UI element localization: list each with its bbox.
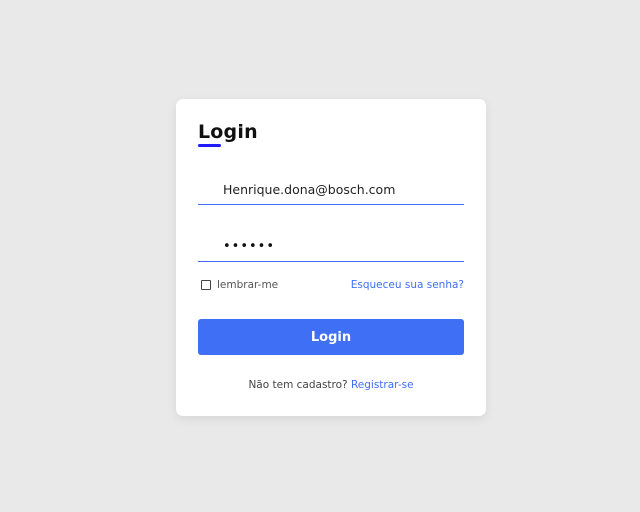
title-underline (198, 144, 221, 147)
register-link[interactable]: Registrar-se (351, 379, 414, 391)
login-button[interactable]: Login (198, 319, 464, 355)
remember-me-checkbox[interactable] (201, 280, 211, 290)
forgot-password-link[interactable]: Esqueceu sua senha? (351, 279, 464, 291)
remember-me-label: lembrar-me (217, 279, 279, 291)
remember-me-toggle[interactable]: lembrar-me (201, 279, 278, 291)
email-input[interactable] (198, 175, 464, 204)
login-card: Login lembrar-me Esqueceu sua senha? Log… (176, 99, 486, 416)
signup-prompt: Não tem cadastro? Registrar-se (176, 379, 486, 391)
email-field[interactable] (198, 175, 464, 205)
signup-prompt-text: Não tem cadastro? (248, 379, 348, 391)
login-title: Login (198, 121, 258, 143)
password-field[interactable] (198, 232, 464, 262)
password-input[interactable] (198, 232, 464, 261)
